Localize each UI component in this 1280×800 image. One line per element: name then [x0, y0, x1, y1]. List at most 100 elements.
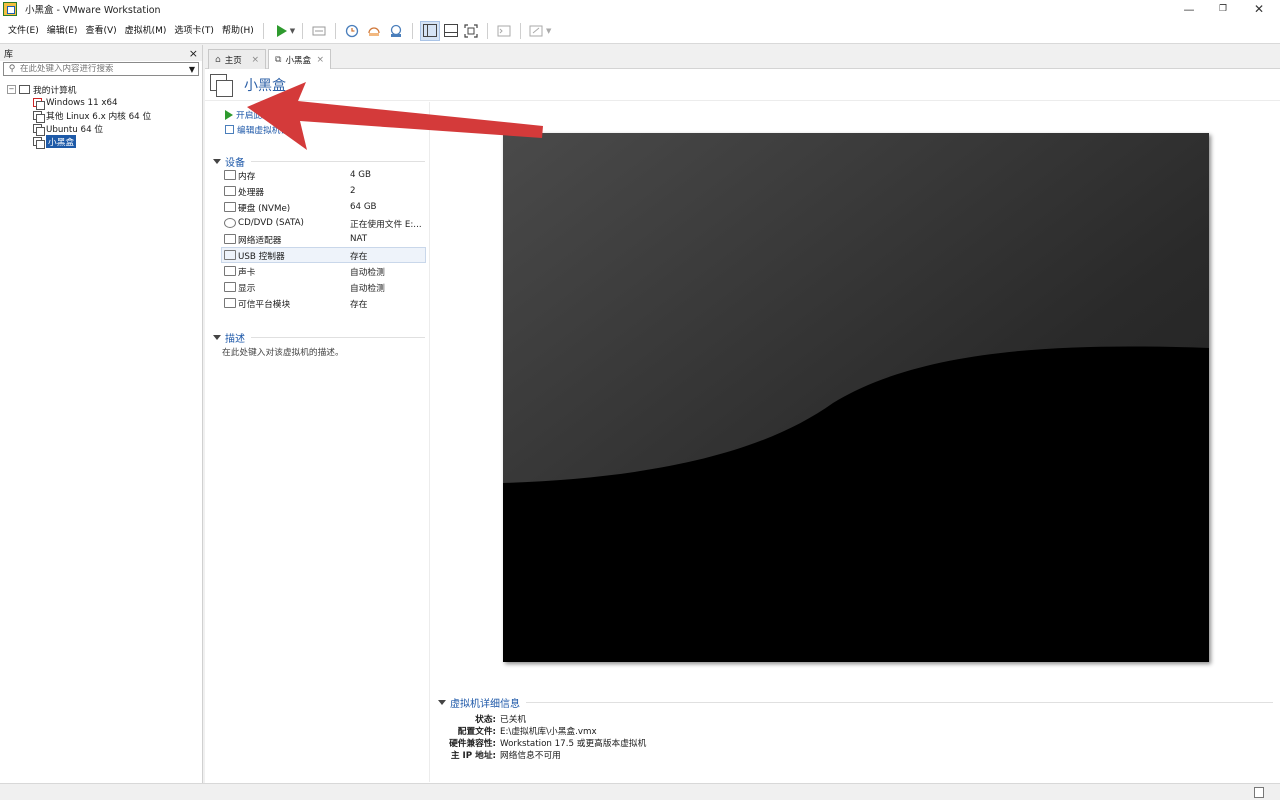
menu-file[interactable]: 文件(E) — [4, 21, 43, 41]
device-row-disk[interactable]: 硬盘 (NVMe) 64 GB — [221, 199, 426, 215]
vm-summary-page: 小黑盒 开启此虚拟机 编辑虚拟机设置 设备 内存 4 GB 处理器 2 硬盘 (… — [205, 69, 1280, 783]
menu-help[interactable]: 帮助(H) — [218, 21, 258, 41]
fullscreen-icon — [464, 23, 478, 38]
tree-item-label: Ubuntu 64 位 — [46, 125, 104, 135]
tree-item-label: Windows 11 x64 — [46, 97, 118, 108]
tpm-icon — [224, 298, 236, 308]
device-value: 自动检测 — [350, 283, 385, 294]
power-on-button[interactable]: ▼ — [271, 21, 295, 41]
tab-vm[interactable]: ⧉ 小黑盒 × — [268, 49, 331, 70]
edit-vm-settings-link[interactable]: 编辑虚拟机设置 — [225, 123, 298, 136]
menu-vm[interactable]: 虚拟机(M) — [121, 21, 171, 41]
vm-preview-screen[interactable] — [503, 133, 1209, 662]
tree-item-label: 其他 Linux 6.x 内核 64 位 — [46, 112, 152, 122]
play-icon — [225, 109, 233, 120]
vm-icon — [33, 123, 45, 136]
device-value: 4 GB — [350, 170, 371, 180]
show-library-button[interactable] — [420, 20, 441, 41]
toolbar-separator — [412, 22, 414, 39]
library-panel: 库 × ⚲ ▼ − 我的计算机 Windows 11 x64 其他 Linux … — [0, 45, 203, 783]
tree-item-my-computer[interactable]: − 我的计算机 — [0, 83, 202, 96]
library-header: 库 × — [0, 45, 202, 61]
chevron-down-icon[interactable]: ▼ — [186, 65, 198, 74]
collapse-icon — [438, 700, 446, 705]
tree-item-vm[interactable]: Ubuntu 64 位 — [0, 122, 202, 136]
display-icon — [224, 282, 236, 292]
search-icon: ⚲ — [8, 64, 16, 74]
thumbnail-bar-button[interactable] — [444, 21, 459, 41]
device-name: CD/DVD (SATA) — [238, 218, 304, 228]
computer-icon — [19, 85, 30, 94]
divider — [526, 702, 1273, 703]
device-row-sound[interactable]: 声卡 自动检测 — [221, 263, 426, 279]
device-name: 处理器 — [238, 187, 265, 198]
power-on-label: 开启此虚拟机 — [236, 111, 289, 121]
device-value: 64 GB — [350, 202, 377, 212]
snapshot-manager-button[interactable] — [387, 21, 405, 41]
menu-tabs[interactable]: 选项卡(T) — [170, 21, 218, 41]
device-name: 网络适配器 — [238, 235, 282, 246]
library-search-input[interactable] — [20, 64, 186, 74]
vm-preview-image — [503, 133, 1209, 662]
tab-label: 小黑盒 — [285, 56, 311, 66]
close-tab-button[interactable]: × — [251, 55, 259, 65]
vm-details-header[interactable]: 虚拟机详细信息 — [438, 695, 1273, 710]
device-name: 可信平台模块 — [238, 299, 291, 310]
menu-view[interactable]: 查看(V) — [81, 21, 120, 41]
description-title: 描述 — [225, 334, 245, 345]
stretch-guest-button[interactable]: ▼ — [528, 21, 552, 41]
device-row-memory[interactable]: 内存 4 GB — [221, 167, 426, 183]
vm-header: 小黑盒 — [205, 69, 1280, 101]
snapshot-button[interactable] — [343, 21, 361, 41]
vmware-app-icon[interactable] — [3, 2, 17, 16]
device-value: 存在 — [350, 299, 368, 310]
vm-icon — [33, 110, 45, 123]
close-library-button[interactable]: × — [189, 47, 198, 60]
toolbar-separator — [335, 22, 337, 39]
device-row-tpm[interactable]: 可信平台模块 存在 — [221, 295, 426, 311]
maximize-button[interactable]: ❐ — [1206, 0, 1240, 18]
power-on-vm-link[interactable]: 开启此虚拟机 — [225, 108, 288, 121]
collapse-icon — [213, 159, 221, 164]
library-title: 库 — [4, 49, 14, 60]
library-tree: − 我的计算机 Windows 11 x64 其他 Linux 6.x 内核 6… — [0, 77, 202, 149]
tree-item-vm-selected[interactable]: 小黑盒 — [0, 135, 202, 149]
description-section-header[interactable]: 描述 — [213, 330, 425, 345]
device-list: 内存 4 GB 处理器 2 硬盘 (NVMe) 64 GB CD/DVD (SA… — [221, 167, 426, 311]
console-view-button[interactable] — [495, 21, 513, 41]
tree-item-vm[interactable]: 其他 Linux 6.x 内核 64 位 — [0, 109, 202, 123]
tree-item-label: 我的计算机 — [33, 86, 77, 96]
description-field[interactable]: 在此处键入对该虚拟机的描述。 — [222, 345, 344, 358]
close-window-button[interactable]: ✕ — [1242, 0, 1276, 18]
tab-bar: ⌂ 主页 × ⧉ 小黑盒 × — [205, 45, 1280, 70]
detail-value: 网络信息不可用 — [500, 751, 561, 761]
tree-item-vm[interactable]: Windows 11 x64 — [0, 96, 202, 110]
close-tab-button[interactable]: × — [316, 55, 324, 65]
device-row-display[interactable]: 显示 自动检测 — [221, 279, 426, 295]
send-ctrl-alt-del-button[interactable] — [310, 21, 328, 41]
chevron-down-icon[interactable]: ▼ — [546, 27, 551, 35]
tab-label: 主页 — [224, 55, 242, 66]
revert-snapshot-button[interactable] — [365, 21, 383, 41]
revert-snapshot-icon — [368, 26, 380, 36]
device-name: 硬盘 (NVMe) — [238, 203, 291, 214]
message-log-icon[interactable] — [1254, 787, 1264, 798]
title-bar: 小黑盒 - VMware Workstation — ❐ ✕ — [0, 0, 1280, 18]
toolbar-separator — [262, 22, 264, 39]
device-row-processor[interactable]: 处理器 2 — [221, 183, 426, 199]
menu-edit[interactable]: 编辑(E) — [43, 21, 82, 41]
device-row-cd-dvd[interactable]: CD/DVD (SATA) 正在使用文件 E:... — [221, 215, 426, 231]
library-view-icon — [423, 24, 438, 37]
device-name: 声卡 — [238, 267, 256, 278]
stretch-icon — [529, 25, 543, 36]
full-screen-button[interactable] — [462, 21, 480, 41]
minimize-button[interactable]: — — [1172, 0, 1206, 18]
chevron-down-icon[interactable]: ▼ — [290, 27, 295, 35]
memory-icon — [224, 170, 236, 180]
device-row-network[interactable]: 网络适配器 NAT — [221, 231, 426, 247]
divider — [251, 161, 425, 162]
tab-home[interactable]: ⌂ 主页 × — [208, 49, 266, 69]
collapse-icon[interactable]: − — [7, 85, 16, 94]
detail-key: 主 IP 地址: — [450, 751, 496, 761]
device-row-usb[interactable]: USB 控制器 存在 — [221, 247, 426, 263]
